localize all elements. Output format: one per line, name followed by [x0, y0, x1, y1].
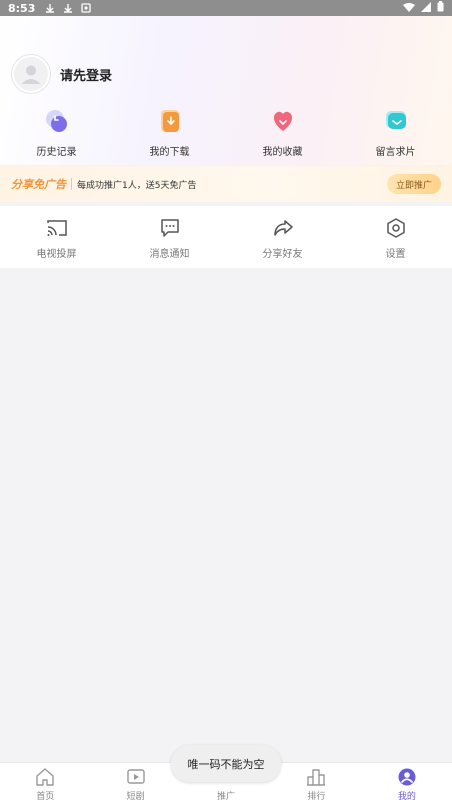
tool-cast[interactable]: 电视投屏 — [0, 206, 113, 268]
cell-signal-icon — [421, 1, 431, 15]
profile-section[interactable]: 请先登录 — [12, 55, 112, 93]
quick-action-label: 我的收藏 — [262, 147, 303, 158]
download-notification-icon — [45, 3, 55, 13]
tab-label: 我的 — [397, 792, 416, 800]
ranking-icon — [306, 767, 326, 787]
tab-label: 推广 — [217, 792, 236, 800]
tab-mine[interactable]: 我的 — [362, 763, 452, 800]
promo-description: 每成功推广1人，送5天免广告 — [77, 180, 197, 191]
quick-action-history[interactable]: 历史记录 — [0, 108, 113, 158]
tool-label: 分享好友 — [262, 249, 303, 260]
download-icon — [157, 108, 183, 134]
tools-row: 电视投屏 消息通知 分享好友 设置 — [0, 206, 452, 268]
quick-action-label: 历史记录 — [36, 147, 77, 158]
play-icon — [126, 767, 146, 787]
status-time: 8:53 — [8, 1, 36, 15]
message-icon — [159, 217, 181, 239]
quick-action-label: 留言求片 — [375, 147, 416, 158]
quick-action-favorite[interactable]: 我的收藏 — [226, 108, 339, 158]
tool-settings[interactable]: 设置 — [339, 206, 452, 268]
tab-label: 排行 — [307, 792, 326, 800]
tab-ranking[interactable]: 排行 — [271, 763, 361, 800]
quick-action-request[interactable]: 留言求片 — [339, 108, 452, 158]
settings-icon — [385, 217, 407, 239]
home-icon — [35, 767, 55, 787]
profile-icon — [397, 767, 417, 787]
tab-label: 短剧 — [126, 792, 145, 800]
promo-divider — [71, 178, 72, 190]
quick-actions: 历史记录 我的下载 我的收藏 留言求片 — [0, 108, 452, 158]
user-icon — [21, 65, 41, 84]
quick-action-label: 我的下载 — [149, 147, 190, 158]
tab-home[interactable]: 首页 — [0, 763, 90, 800]
promo-banner[interactable]: 分享免广告 每成功推广1人，送5天免广告 立即推广 — [0, 166, 452, 202]
message-request-icon — [383, 108, 409, 134]
cast-icon — [46, 217, 68, 239]
battery-icon — [437, 1, 444, 15]
avatar[interactable] — [12, 55, 50, 93]
status-bar: 8:53 — [0, 0, 452, 16]
promo-title: 分享免广告 — [11, 178, 66, 191]
tab-label: 首页 — [36, 792, 55, 800]
toast-message: 唯一码不能为空 — [171, 745, 281, 782]
tool-messages[interactable]: 消息通知 — [113, 206, 226, 268]
tool-label: 电视投屏 — [36, 249, 77, 260]
login-prompt[interactable]: 请先登录 — [60, 65, 112, 84]
wifi-icon — [403, 2, 415, 15]
tool-label: 设置 — [385, 249, 406, 260]
download-notification-icon — [63, 3, 73, 13]
promote-now-button[interactable]: 立即推广 — [386, 174, 441, 194]
quick-action-download[interactable]: 我的下载 — [113, 108, 226, 158]
tab-short-drama[interactable]: 短剧 — [90, 763, 180, 800]
app-notification-icon — [81, 3, 92, 13]
history-icon — [44, 108, 70, 134]
share-icon — [272, 217, 294, 239]
tool-share[interactable]: 分享好友 — [226, 206, 339, 268]
tool-label: 消息通知 — [149, 249, 190, 260]
favorite-icon — [270, 108, 296, 134]
